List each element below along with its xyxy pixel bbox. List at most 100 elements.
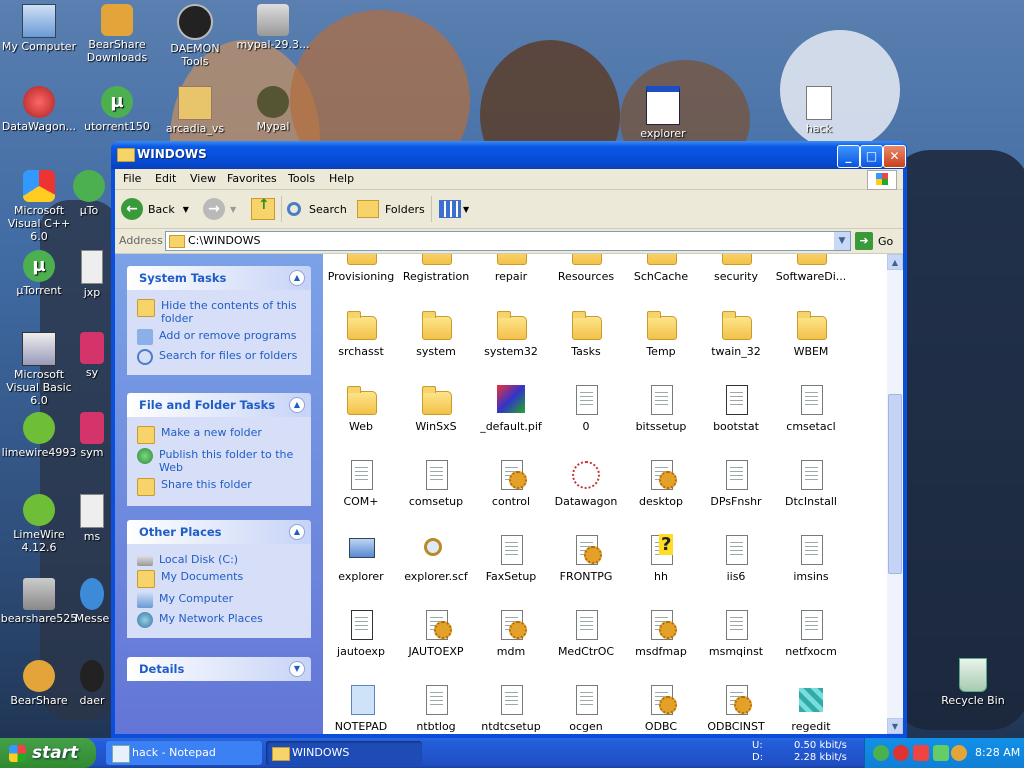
desktop-icon-utorrent150[interactable]: µ utorrent150: [78, 86, 156, 133]
file-item[interactable]: cmsetacl: [773, 384, 849, 433]
close-button[interactable]: ✕: [883, 145, 906, 168]
file-item[interactable]: WinSxS: [398, 384, 474, 433]
desktop-icon-ms[interactable]: ms: [70, 494, 114, 543]
file-item[interactable]: NOTEPAD: [323, 684, 399, 733]
title-bar[interactable]: WINDOWS _ □ ✕: [111, 141, 907, 169]
file-item[interactable]: netfxocm: [773, 609, 849, 658]
clock[interactable]: 8:28 AM: [975, 746, 1020, 759]
file-item[interactable]: Resources: [548, 254, 624, 283]
file-item[interactable]: jautoexp: [323, 609, 399, 658]
desktop-icon-hack[interactable]: hack: [780, 86, 858, 135]
file-item[interactable]: system: [398, 309, 474, 358]
file-item[interactable]: system32: [473, 309, 549, 358]
file-item[interactable]: msdfmap: [623, 609, 699, 658]
app-tray-icon[interactable]: [933, 745, 949, 761]
file-item[interactable]: bitssetup: [623, 384, 699, 433]
desktop-icon-explorer[interactable]: explorer: [624, 86, 702, 140]
place-local-disk[interactable]: Local Disk (C:): [137, 553, 303, 566]
maximize-button[interactable]: □: [860, 145, 883, 168]
desktop-icon-mypal[interactable]: Mypal: [234, 86, 312, 133]
menu-view[interactable]: View: [190, 172, 216, 185]
expand-chevron-icon[interactable]: ▼: [289, 661, 305, 677]
file-item[interactable]: DtcInstall: [773, 459, 849, 508]
search-button[interactable]: Search: [287, 196, 347, 222]
file-item[interactable]: MedCtrOC: [548, 609, 624, 658]
menu-tools[interactable]: Tools: [288, 172, 315, 185]
file-item[interactable]: imsins: [773, 534, 849, 583]
desktop-icon-mypal-installer[interactable]: mypal-29.3...: [234, 4, 312, 51]
scroll-down-button[interactable]: ▼: [887, 718, 903, 734]
file-item[interactable]: SoftwareDi...: [773, 254, 849, 283]
place-my-computer[interactable]: My Computer: [137, 592, 303, 608]
address-dropdown-button[interactable]: ▼: [834, 232, 850, 250]
task-hide-contents[interactable]: Hide the contents of this folder: [137, 299, 303, 325]
forward-button[interactable]: → ▼: [203, 196, 236, 222]
file-item[interactable]: ? hh: [623, 534, 699, 583]
file-item[interactable]: SchCache: [623, 254, 699, 283]
menu-favorites[interactable]: Favorites: [227, 172, 277, 185]
file-item[interactable]: FaxSetup: [473, 534, 549, 583]
taskbar-item-notepad[interactable]: hack - Notepad: [106, 741, 262, 765]
file-item[interactable]: srchasst: [323, 309, 399, 358]
panel-header[interactable]: File and Folder Tasks ▲: [127, 393, 311, 417]
desktop-icon-sy[interactable]: sy: [70, 332, 114, 379]
place-my-documents[interactable]: My Documents: [137, 570, 303, 588]
task-search-files[interactable]: Search for files or folders: [137, 349, 303, 365]
desktop-icon-arcadia[interactable]: arcadia_vs: [156, 86, 234, 135]
menu-edit[interactable]: Edit: [155, 172, 176, 185]
file-item[interactable]: Tasks: [548, 309, 624, 358]
desktop-icon-sym[interactable]: sym: [70, 412, 114, 459]
file-item[interactable]: explorer: [323, 534, 399, 583]
taskbar-item-windows[interactable]: WINDOWS: [266, 741, 422, 765]
file-item[interactable]: JAUTOEXP: [398, 609, 474, 658]
panel-header[interactable]: Details ▼: [127, 657, 311, 681]
task-make-new-folder[interactable]: Make a new folder: [137, 426, 303, 444]
security-tray-icon[interactable]: [893, 745, 909, 761]
menu-file[interactable]: File: [123, 172, 141, 185]
file-item[interactable]: COM+: [323, 459, 399, 508]
desktop-icon-jxp[interactable]: jxp: [70, 250, 114, 299]
address-input[interactable]: C:\WINDOWS ▼: [165, 231, 851, 251]
start-button[interactable]: start: [0, 738, 96, 768]
file-item[interactable]: twain_32: [698, 309, 774, 358]
desktop-icon-limewire[interactable]: LimeWire 4.12.6: [0, 494, 78, 554]
desktop-icon-my-computer[interactable]: My Computer: [0, 4, 78, 53]
chevron-down-icon[interactable]: ▼: [183, 205, 189, 214]
desktop-icon-daemon-tools[interactable]: DAEMON Tools: [156, 4, 234, 68]
views-button[interactable]: ▼: [439, 196, 469, 222]
file-item[interactable]: Web: [323, 384, 399, 433]
menu-help[interactable]: Help: [329, 172, 354, 185]
file-item[interactable]: FRONTPG: [548, 534, 624, 583]
file-item[interactable]: explorer.scf: [398, 534, 474, 583]
desktop-icon-utorrent-partial[interactable]: µTo: [64, 170, 114, 217]
desktop-icon-utorrent[interactable]: µ µTorrent: [0, 250, 78, 297]
desktop-icon-bearshare525[interactable]: bearshare525: [0, 578, 78, 625]
bearshare-tray-icon[interactable]: [951, 745, 967, 761]
panel-header[interactable]: Other Places ▲: [127, 520, 311, 544]
file-item[interactable]: iis6: [698, 534, 774, 583]
up-folder-button[interactable]: ↑: [251, 196, 275, 222]
desktop-icon-messenger[interactable]: Messe: [70, 578, 114, 625]
file-item[interactable]: security: [698, 254, 774, 283]
vertical-scrollbar[interactable]: ▲ ▼: [887, 254, 903, 734]
scroll-up-button[interactable]: ▲: [887, 254, 903, 270]
file-item[interactable]: 0: [548, 384, 624, 433]
file-item[interactable]: Registration: [398, 254, 474, 283]
chevron-down-icon[interactable]: ▼: [230, 205, 236, 214]
go-button[interactable]: ➜ Go: [855, 232, 893, 250]
desktop-icon-limewire4993[interactable]: limewire4993: [0, 412, 78, 459]
file-item[interactable]: ntbtlog: [398, 684, 474, 733]
file-item[interactable]: DPsFnshr: [698, 459, 774, 508]
minimize-button[interactable]: _: [837, 145, 860, 168]
file-item[interactable]: regedit: [773, 684, 849, 733]
desktop-icon-datawagon[interactable]: DataWagon...: [0, 86, 78, 133]
file-item[interactable]: ODBC: [623, 684, 699, 733]
back-button[interactable]: ← Back ▼: [121, 196, 189, 222]
place-my-network-places[interactable]: My Network Places: [137, 612, 303, 628]
collapse-chevron-icon[interactable]: ▲: [289, 270, 305, 286]
utorrent-tray-icon[interactable]: [873, 745, 889, 761]
panel-header[interactable]: System Tasks ▲: [127, 266, 311, 290]
file-item[interactable]: desktop: [623, 459, 699, 508]
file-item[interactable]: bootstat: [698, 384, 774, 433]
file-item[interactable]: Temp: [623, 309, 699, 358]
